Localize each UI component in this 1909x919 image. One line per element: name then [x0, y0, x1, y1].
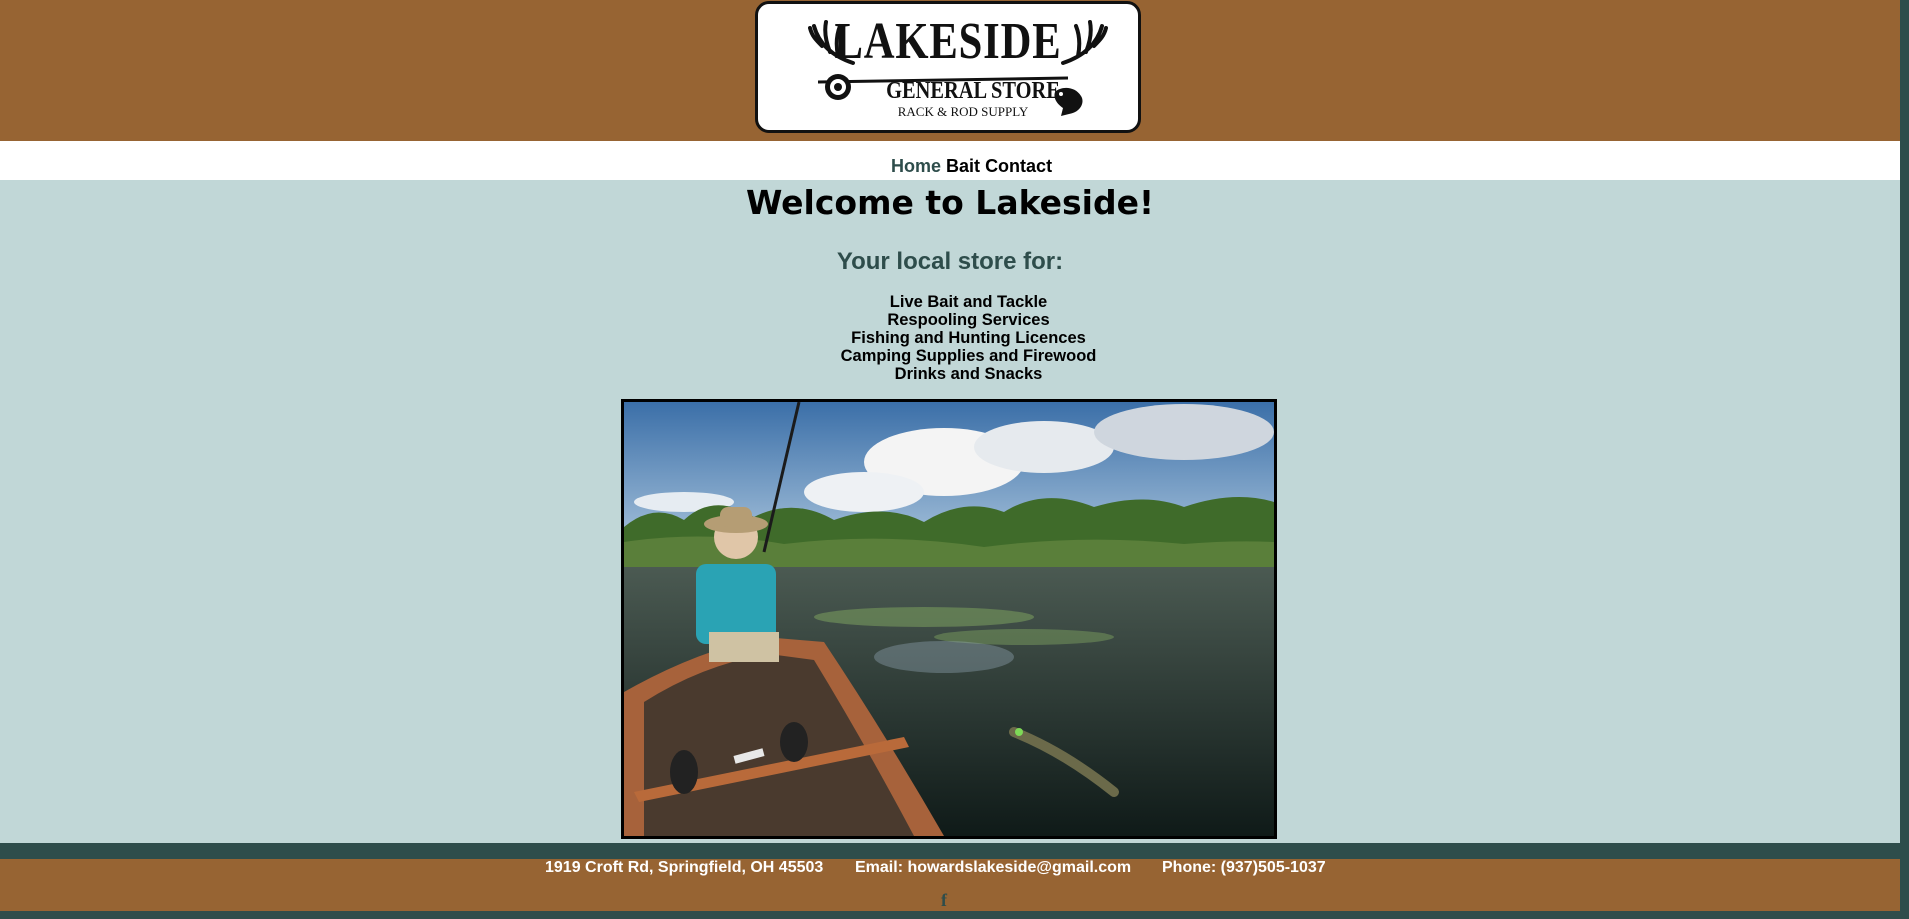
reel-icon [825, 74, 851, 100]
list-item: Camping Supplies and Firewood [840, 347, 1097, 365]
store-logo[interactable]: LAKESIDE GENERAL STORE RACK & ROD SUPPLY [755, 1, 1141, 133]
nav-bait[interactable]: Bait [946, 156, 980, 176]
footer-address: 1919 Croft Rd, Springfield, OH 45503 [545, 859, 824, 876]
footer-phone[interactable]: Phone: (937)505-1037 [1162, 859, 1326, 877]
fishing-photo-illustration [624, 402, 1274, 836]
page-title: Welcome to Lakeside! [745, 183, 1155, 222]
fishing-photo [621, 399, 1277, 839]
facebook-icon[interactable]: f [941, 890, 947, 911]
page-subtitle: Your local store for: [836, 248, 1064, 275]
footer-band [0, 843, 1900, 859]
services-list: Live Bait and Tackle Respooling Services… [0, 293, 1909, 383]
list-item: Respooling Services [887, 311, 1050, 329]
logo-tagline: RACK & ROD SUPPLY [897, 104, 1029, 119]
logo-title: LAKESIDE [834, 13, 1062, 70]
footer-email[interactable]: Email: howardslakeside@gmail.com [855, 859, 1131, 877]
logo-subtitle: GENERAL STORE [886, 78, 1060, 104]
nav-contact[interactable]: Contact [985, 156, 1052, 176]
list-item: Fishing and Hunting Licences [851, 329, 1086, 347]
footer-bottom-band [0, 911, 1900, 919]
nav-home[interactable]: Home [891, 156, 941, 176]
list-item: Live Bait and Tackle [889, 293, 1048, 311]
page-edge-strip [1900, 0, 1909, 919]
fish-icon [1054, 87, 1083, 116]
header: LAKESIDE GENERAL STORE RACK & ROD SUPPLY [0, 0, 1900, 141]
list-item: Drinks and Snacks [894, 365, 1043, 383]
main-navigation: Home Bait Contact [0, 141, 1900, 180]
